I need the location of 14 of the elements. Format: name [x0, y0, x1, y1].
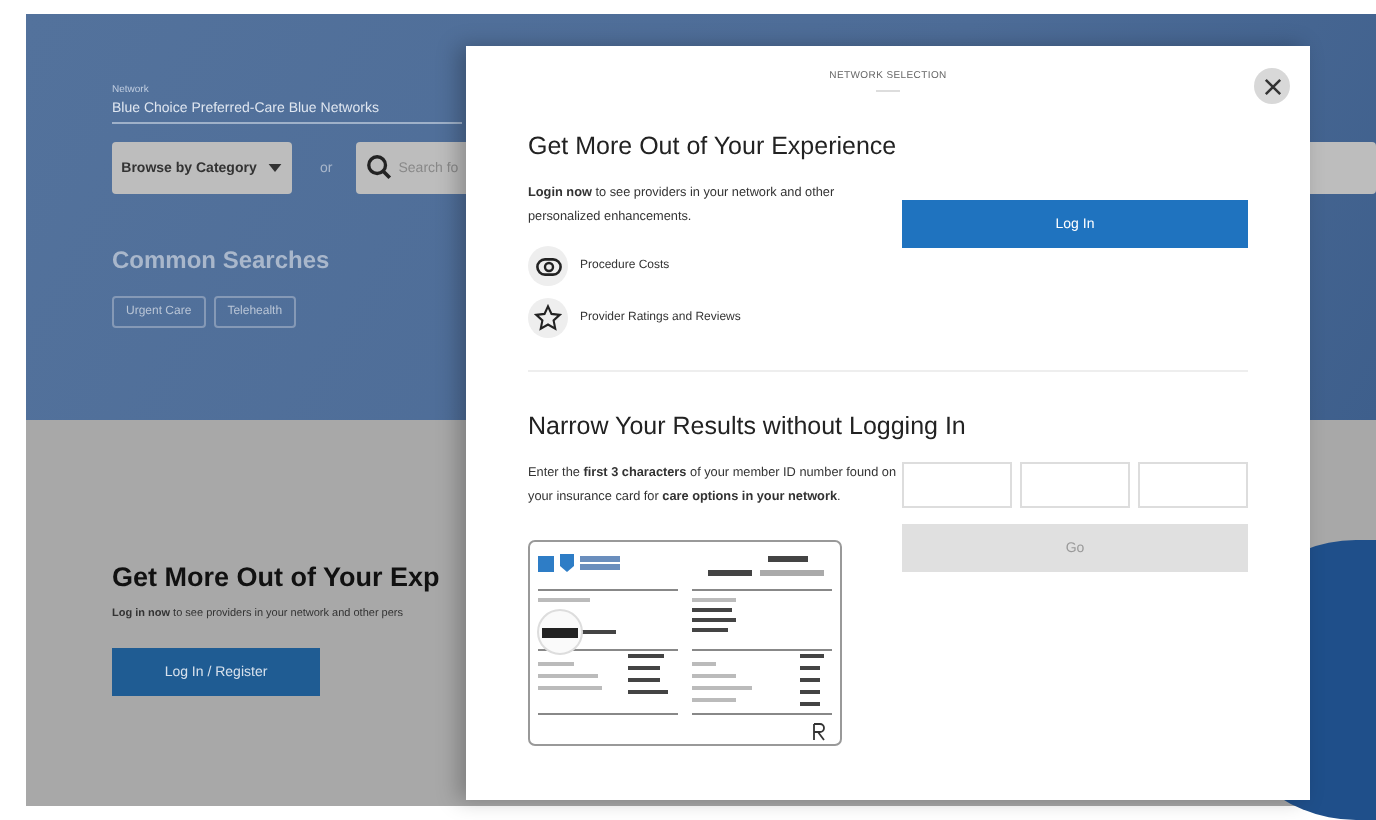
title-underline [876, 90, 900, 92]
promo-title: Get More Out of Your Exp [112, 562, 440, 592]
money-icon [535, 257, 561, 275]
close-icon [1263, 77, 1281, 95]
search-icon [366, 154, 393, 180]
member-id-input[interactable] [1138, 462, 1248, 508]
section-heading: Narrow Your Results without Logging In [528, 412, 968, 440]
star-icon [534, 304, 562, 332]
member-id-input[interactable] [902, 462, 1012, 508]
close-button[interactable] [1254, 68, 1290, 104]
section-heading: Get More Out of Your Experience [528, 132, 899, 160]
common-searches-title: Common Searches [112, 246, 330, 274]
member-id-input[interactable] [1020, 462, 1130, 508]
caret-icon [268, 164, 283, 172]
